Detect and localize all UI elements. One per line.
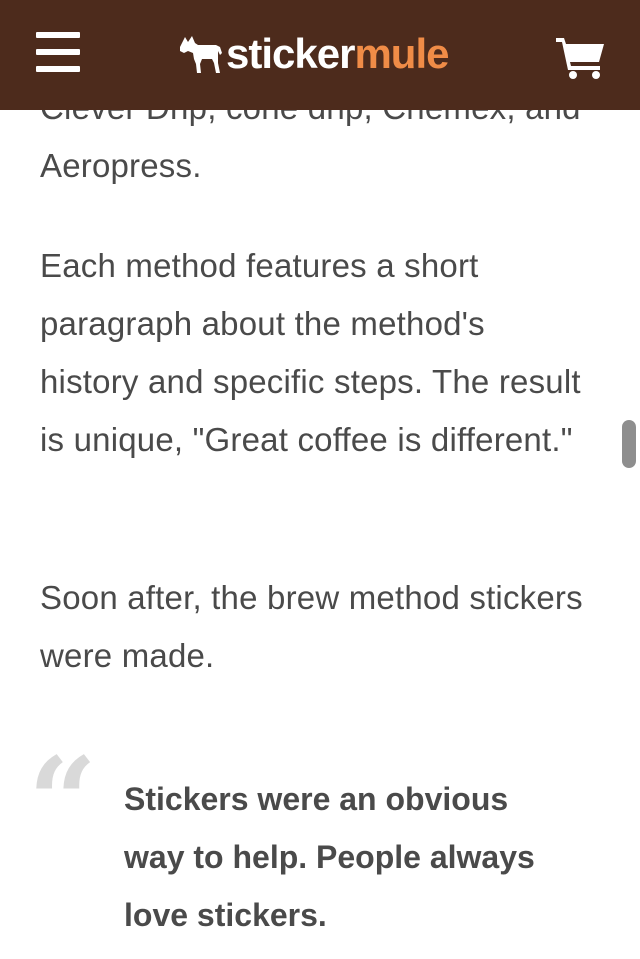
article-paragraph: Each method features a short paragraph a… bbox=[40, 247, 581, 458]
site-header: sticker mule bbox=[0, 0, 640, 110]
shopping-cart-icon[interactable] bbox=[556, 36, 606, 80]
mule-icon bbox=[180, 36, 222, 73]
site-logo[interactable]: sticker mule bbox=[178, 26, 449, 82]
article-content: Clever Drip, cone drip, Chemex, and Aero… bbox=[0, 0, 640, 959]
article-paragraph: Soon after, the brew method stickers wer… bbox=[40, 579, 583, 674]
logo-text-primary: sticker bbox=[226, 30, 355, 77]
pull-quote: Stickers were an obvious way to help. Pe… bbox=[124, 781, 535, 933]
hamburger-menu-icon[interactable] bbox=[36, 32, 82, 74]
quote-mark-icon: “ bbox=[28, 731, 98, 872]
logo-text-accent: mule bbox=[354, 30, 449, 77]
scrollbar-thumb[interactable] bbox=[622, 420, 636, 468]
